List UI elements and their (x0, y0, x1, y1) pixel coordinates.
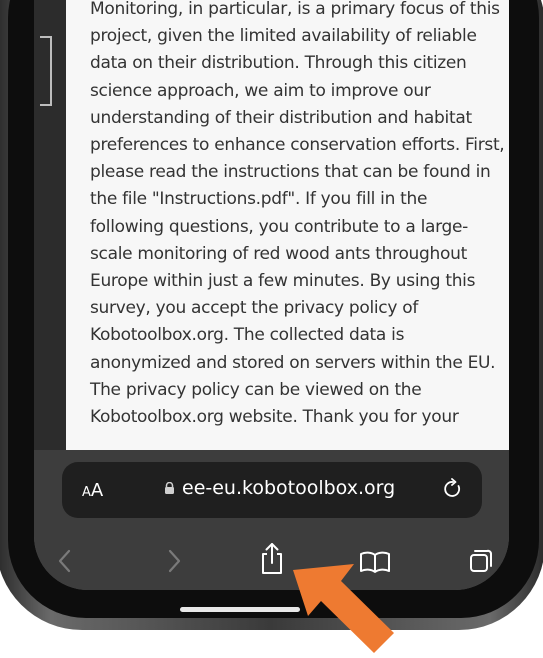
annotation-arrow (293, 564, 394, 653)
